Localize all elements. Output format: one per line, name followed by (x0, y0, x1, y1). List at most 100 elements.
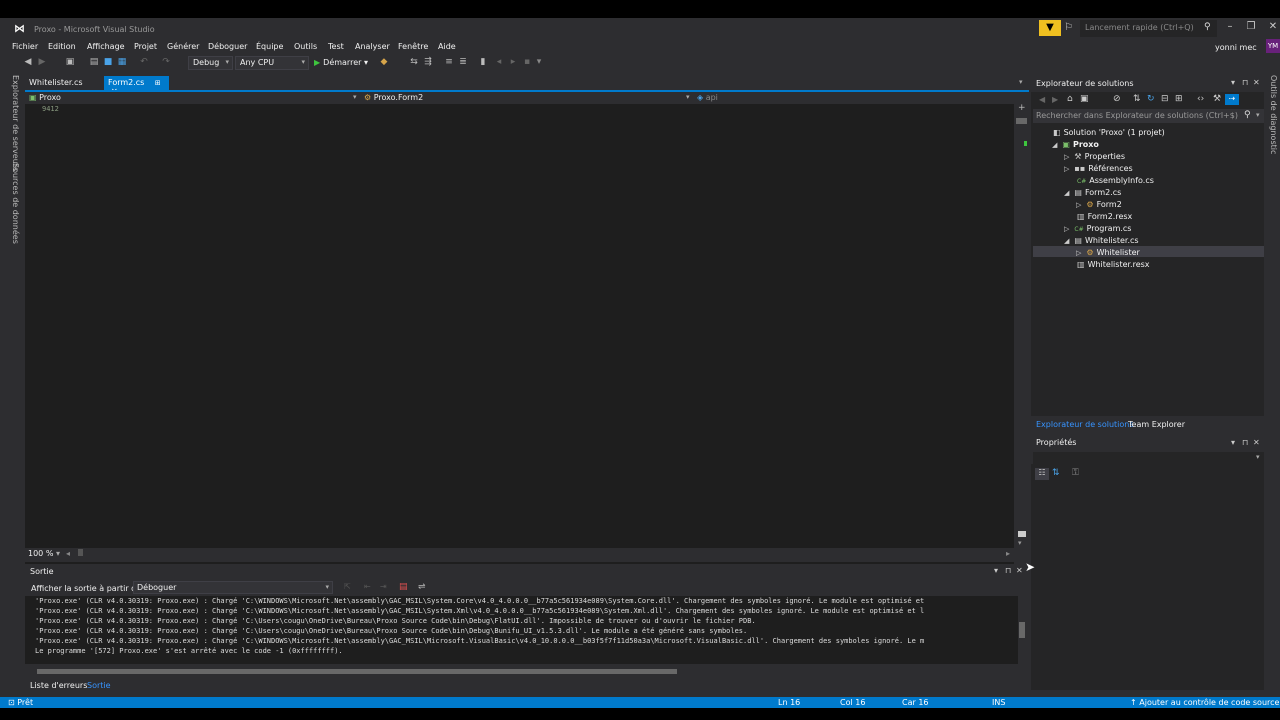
tree-item[interactable]: ◢ ▣ Proxo (1052, 140, 1099, 149)
expanded-arrow-icon[interactable]: ◢ (1064, 237, 1069, 245)
notification-filter-icon[interactable]: ▼ (1039, 20, 1061, 36)
data-sources-tab[interactable]: Sources de données (11, 163, 20, 244)
project-navigation-select[interactable]: ▣ Proxo (29, 92, 359, 104)
editor-vertical-scrollbar[interactable] (1016, 118, 1029, 528)
tree-item[interactable]: ▷ ⚙ Whitelister (1076, 248, 1140, 257)
output-hscroll-thumb[interactable] (37, 669, 677, 674)
forward-icon[interactable]: ▶ (1052, 95, 1058, 104)
solution-search-input[interactable]: Rechercher dans Explorateur de solutions… (1033, 109, 1264, 123)
chevron-down-icon[interactable]: ▾ (353, 93, 357, 101)
find-message-icon[interactable]: ⇱ (344, 582, 351, 591)
expanded-arrow-icon[interactable]: ◢ (1052, 141, 1057, 149)
editor-horizontal-scroll-thumb[interactable] (78, 549, 83, 556)
collapsed-arrow-icon[interactable]: ▷ (1064, 165, 1069, 173)
solution-view-icon[interactable]: ▣ (1080, 94, 1089, 104)
menu-generer[interactable]: Générer (167, 42, 199, 51)
properties-object-select[interactable] (1033, 452, 1264, 464)
class-navigation-select[interactable]: ⚙ Proxo.Form2 (364, 92, 684, 104)
menu-edition[interactable]: Edition (48, 42, 76, 51)
hscroll-left-icon[interactable]: ◂ (66, 549, 70, 558)
next-bookmark-icon[interactable]: ▸ (507, 57, 519, 67)
tab-team-explorer[interactable]: Team Explorer (1128, 420, 1185, 429)
menu-outils[interactable]: Outils (294, 42, 317, 51)
platform-select[interactable]: Any CPU ▾ (235, 56, 309, 70)
solution-config-icon[interactable]: ⇆ (408, 57, 420, 67)
chevron-down-icon[interactable]: ▾ (1256, 111, 1260, 119)
property-pages-icon[interactable]: ⚿ (1072, 468, 1079, 478)
undo-icon[interactable]: ↶ (138, 57, 150, 67)
tree-item[interactable]: ◧ Solution 'Proxo' (1 projet) (1040, 128, 1165, 137)
tree-item[interactable]: ▷ ▪▪ Références (1064, 164, 1133, 173)
refresh-icon[interactable]: ↻ (1147, 94, 1155, 104)
user-name[interactable]: yonni mec (1215, 43, 1257, 52)
tab-error-list[interactable]: Liste d'erreurs (30, 681, 87, 690)
pin-icon[interactable]: ⊓ (1005, 566, 1011, 575)
tab-form2-cs[interactable]: Form2.cs ⊞ ✕ (104, 76, 169, 96)
pin-icon[interactable]: ⊓ (1242, 78, 1248, 87)
open-file-icon[interactable]: ▤ (88, 57, 100, 67)
alphabetical-icon[interactable]: ⇅ (1052, 468, 1060, 478)
tree-item[interactable]: ◢ ▤ Form2.cs (1064, 188, 1121, 197)
add-source-control-button[interactable]: ↑ Ajouter au contrôle de code source (1130, 698, 1279, 707)
start-button[interactable]: ▶ Démarrer ▾ (314, 58, 368, 67)
menu-aide[interactable]: Aide (438, 42, 456, 51)
clear-all-icon[interactable]: ▤ (399, 582, 408, 592)
redo-icon[interactable]: ↷ (160, 57, 172, 67)
preview-selected-icon[interactable]: ⇢ (1225, 94, 1239, 105)
tree-item[interactable]: ▷ ⚙ Form2 (1076, 200, 1122, 209)
tree-item[interactable]: ▷ C# Program.cs (1064, 224, 1131, 233)
show-all-files-icon[interactable]: ⊞ (1175, 94, 1183, 104)
collapsed-arrow-icon[interactable]: ▷ (1064, 225, 1069, 233)
prev-message-icon[interactable]: ⇤ (364, 582, 371, 591)
close-icon[interactable]: ✕ (1264, 21, 1280, 32)
tree-item[interactable]: C# AssemblyInfo.cs (1064, 176, 1154, 185)
search-icon[interactable]: ⚲ (1244, 110, 1251, 120)
scroll-down-icon[interactable]: ▾ (1018, 539, 1022, 547)
avatar[interactable]: YM (1266, 39, 1280, 53)
word-wrap-icon[interactable]: ⇌ (418, 582, 426, 592)
back-icon[interactable]: ◀ (22, 57, 34, 67)
output-text-area[interactable]: 'Proxo.exe' (CLR v4.0.30319: Proxo.exe) … (25, 596, 1018, 664)
pin-icon[interactable]: ⊞ (155, 79, 161, 87)
view-code-icon[interactable]: ‹› (1197, 94, 1204, 104)
zoom-level[interactable]: 100 % ▾ (28, 549, 60, 558)
uncomment-icon[interactable]: ≣ (457, 57, 469, 67)
close-panel-icon[interactable]: ✕ (1253, 438, 1260, 447)
tree-item[interactable]: ▥ Whitelister.resx (1064, 260, 1150, 269)
code-editor[interactable] (38, 104, 1014, 564)
menu-equipe[interactable]: Équipe (256, 42, 283, 51)
tree-item[interactable]: ◢ ▤ Whitelister.cs (1064, 236, 1139, 245)
toolbar-overflow-icon[interactable]: ▾ (533, 57, 545, 67)
panel-dropdown-icon[interactable]: ▾ (1231, 438, 1235, 447)
output-source-select[interactable]: Déboguer ▾ (133, 581, 333, 594)
menu-test[interactable]: Test (328, 42, 344, 51)
categorized-icon[interactable]: ☷ (1035, 468, 1049, 480)
collapsed-arrow-icon[interactable]: ▷ (1064, 153, 1069, 161)
save-all-icon[interactable]: ▦ (116, 57, 128, 67)
split-editor-icon[interactable]: + (1018, 103, 1026, 113)
comment-icon[interactable]: ≡ (443, 57, 455, 67)
output-vscroll-thumb[interactable] (1019, 622, 1025, 638)
menu-deboguer[interactable]: Déboguer (208, 42, 247, 51)
menu-fenetre[interactable]: Fenêtre (398, 42, 428, 51)
pending-changes-icon[interactable]: ⊘ (1113, 94, 1121, 104)
hscroll-right-icon[interactable]: ▸ (1006, 549, 1010, 558)
browser-link-icon[interactable]: ◆ (378, 57, 390, 67)
bookmark-icon[interactable]: ▮ (477, 57, 489, 67)
close-panel-icon[interactable]: ✕ (1253, 78, 1260, 87)
prev-bookmark-icon[interactable]: ◂ (493, 57, 505, 67)
next-message-icon[interactable]: ⇥ (380, 582, 387, 591)
menu-projet[interactable]: Projet (134, 42, 157, 51)
tab-dropdown-icon[interactable]: ▾ (1019, 78, 1023, 86)
search-icon[interactable]: ⚲ (1204, 22, 1211, 32)
tab-whitelister-cs[interactable]: Whitelister.cs (25, 76, 87, 90)
feedback-icon[interactable]: ⚐ (1064, 22, 1073, 33)
menu-fichier[interactable]: Fichier (12, 42, 38, 51)
collapsed-arrow-icon[interactable]: ▷ (1076, 201, 1081, 209)
pin-icon[interactable]: ⊓ (1242, 438, 1248, 447)
new-project-icon[interactable]: ▣ (64, 57, 76, 67)
sync-icon[interactable]: ⇅ (1133, 94, 1141, 104)
back-icon[interactable]: ◀ (1039, 95, 1045, 104)
configuration-select[interactable]: Debug ▾ (188, 56, 233, 70)
server-explorer-tab[interactable]: Explorateur de serveurs (11, 75, 20, 171)
